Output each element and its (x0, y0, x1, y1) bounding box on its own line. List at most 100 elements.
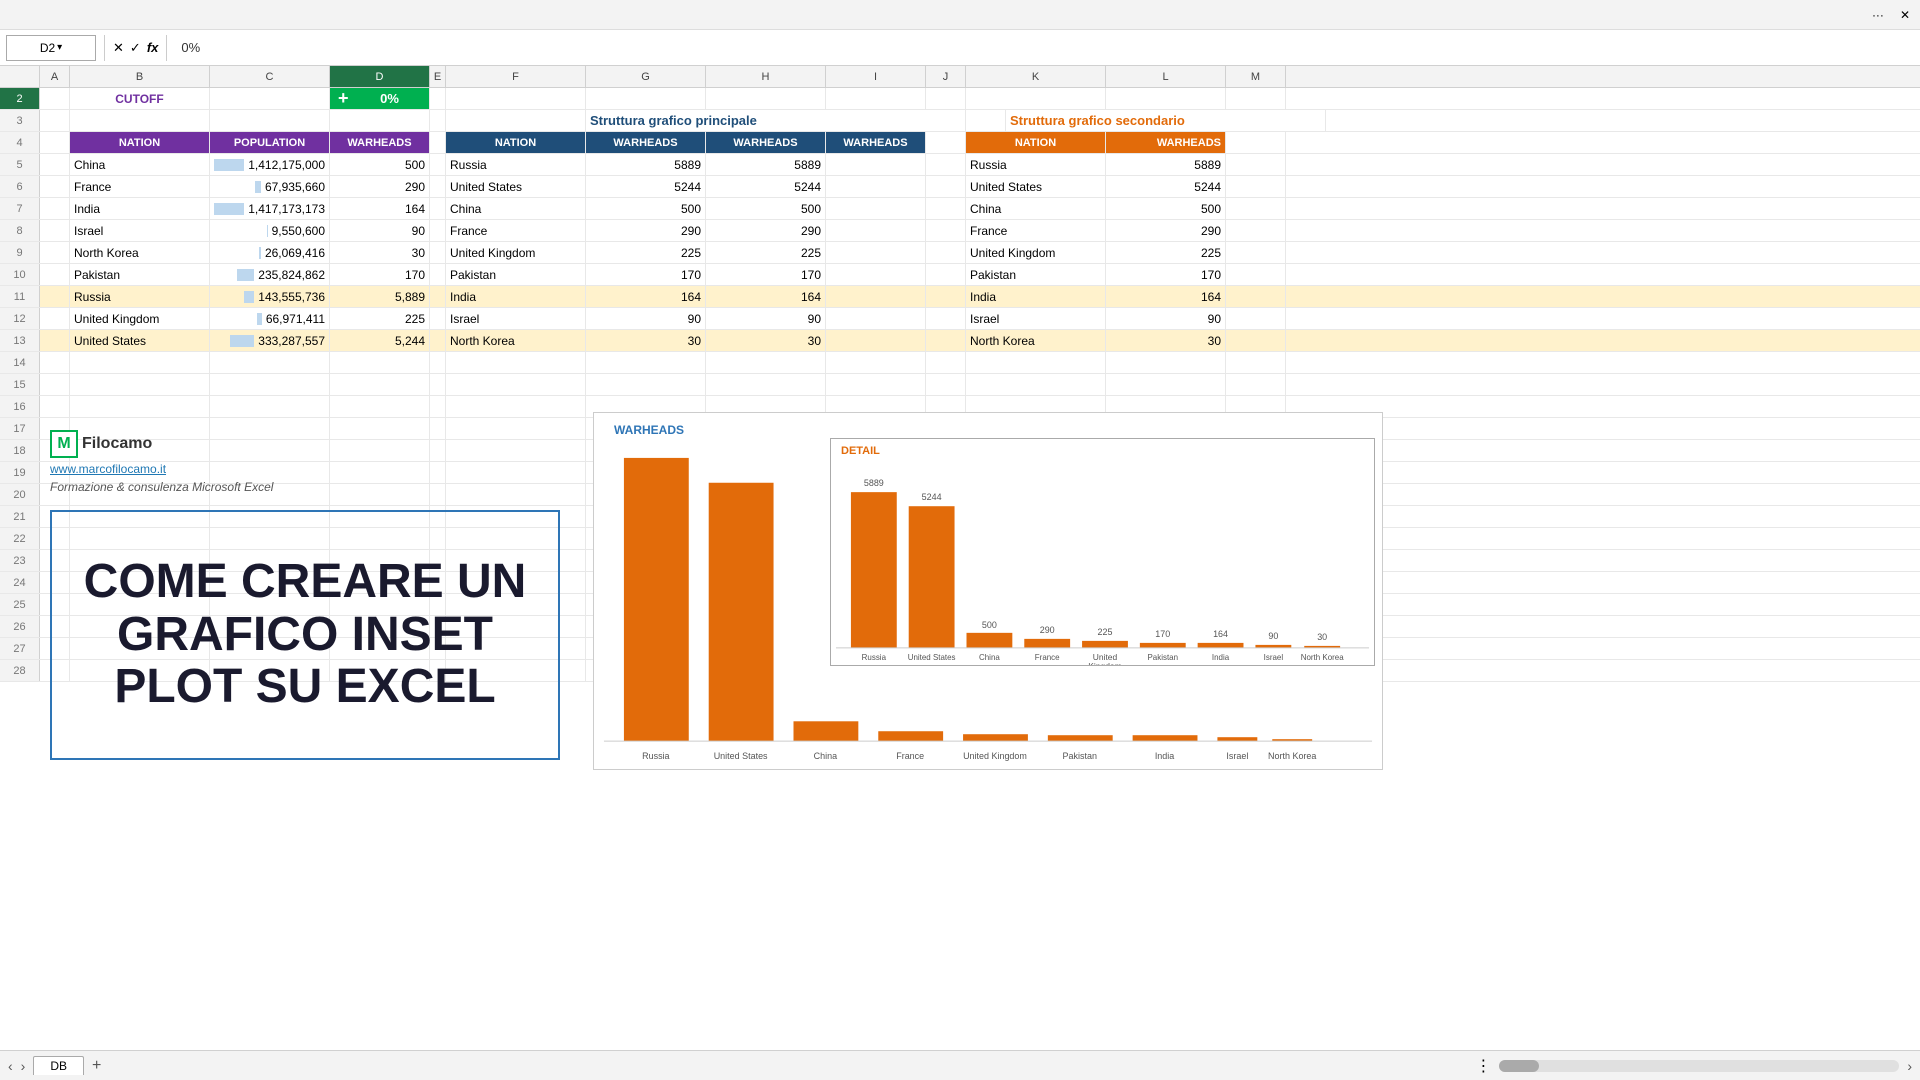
col-header-k[interactable]: K (966, 66, 1106, 87)
cell-k12[interactable]: Israel (966, 308, 1106, 329)
cell-d6[interactable]: 290 (330, 176, 430, 197)
cell-f9[interactable]: United Kingdom (446, 242, 586, 263)
cell-l7[interactable]: 500 (1106, 198, 1226, 219)
cell-l9[interactable]: 225 (1106, 242, 1226, 263)
header-nation-sec[interactable]: NATION (966, 132, 1106, 153)
cell-i2[interactable] (826, 88, 926, 109)
cell-b5[interactable]: China (70, 154, 210, 175)
cell-g13[interactable]: 30 (586, 330, 706, 351)
cancel-formula-icon[interactable]: ✕ (113, 40, 124, 56)
cell-f10[interactable]: Pakistan (446, 264, 586, 285)
cell-c6[interactable]: 67,935,660 (210, 176, 330, 197)
cell-ref-dropdown-icon[interactable]: ▾ (57, 42, 62, 53)
header-warheads-main-g[interactable]: WARHEADS (586, 132, 706, 153)
cell-b13[interactable]: United States (70, 330, 210, 351)
col-header-m[interactable]: M (1226, 66, 1286, 87)
cell-i13[interactable] (826, 330, 926, 351)
confirm-formula-icon[interactable]: ✓ (130, 40, 141, 56)
header-nation-left[interactable]: NATION (70, 132, 210, 153)
cell-h10[interactable]: 170 (706, 264, 826, 285)
cell-c12[interactable]: 66,971,411 (210, 308, 330, 329)
cell-d2[interactable]: + 0% (330, 88, 430, 109)
cell-b11[interactable]: Russia (70, 286, 210, 307)
col-header-g[interactable]: G (586, 66, 706, 87)
col-header-d[interactable]: D (330, 66, 430, 87)
col-header-a[interactable]: A (40, 66, 70, 87)
cell-f7[interactable]: China (446, 198, 586, 219)
more-icon[interactable]: ··· (1872, 8, 1884, 22)
cell-b9[interactable]: North Korea (70, 242, 210, 263)
cell-c7[interactable]: 1,417,173,173 (210, 198, 330, 219)
cell-k2[interactable] (966, 88, 1106, 109)
cell-h7[interactable]: 500 (706, 198, 826, 219)
cell-k9[interactable]: United Kingdom (966, 242, 1106, 263)
cell-k13[interactable]: North Korea (966, 330, 1106, 351)
cell-c13[interactable]: 333,287,557 (210, 330, 330, 351)
cell-b10[interactable]: Pakistan (70, 264, 210, 285)
col-header-b[interactable]: B (70, 66, 210, 87)
cell-reference-box[interactable]: D2 ▾ (6, 35, 96, 61)
col-header-f[interactable]: F (446, 66, 586, 87)
cell-i7[interactable] (826, 198, 926, 219)
cell-l12[interactable]: 90 (1106, 308, 1226, 329)
cell-k10[interactable]: Pakistan (966, 264, 1106, 285)
insert-function-icon[interactable]: fx (147, 40, 159, 55)
cell-g2[interactable] (586, 88, 706, 109)
cell-g9[interactable]: 225 (586, 242, 706, 263)
add-sheet-button[interactable]: + (92, 1057, 101, 1075)
cell-k11[interactable]: India (966, 286, 1106, 307)
cell-a2[interactable] (40, 88, 70, 109)
cell-f5[interactable]: Russia (446, 154, 586, 175)
header-warheads-left[interactable]: WARHEADS (330, 132, 430, 153)
cell-b12[interactable]: United Kingdom (70, 308, 210, 329)
cell-g7[interactable]: 500 (586, 198, 706, 219)
cell-b2[interactable]: CUTOFF (70, 88, 210, 109)
cell-e2[interactable] (430, 88, 446, 109)
cell-h8[interactable]: 290 (706, 220, 826, 241)
col-header-j[interactable]: J (926, 66, 966, 87)
cell-g10[interactable]: 170 (586, 264, 706, 285)
logo-website[interactable]: www.marcofilocamo.it (50, 462, 273, 476)
cell-c2[interactable] (210, 88, 330, 109)
cell-i10[interactable] (826, 264, 926, 285)
cell-g8[interactable]: 290 (586, 220, 706, 241)
cell-k7[interactable]: China (966, 198, 1106, 219)
cell-c9[interactable]: 26,069,416 (210, 242, 330, 263)
cell-d12[interactable]: 225 (330, 308, 430, 329)
header-population[interactable]: POPULATION (210, 132, 330, 153)
cell-g6[interactable]: 5244 (586, 176, 706, 197)
scroll-thumb[interactable] (1499, 1060, 1539, 1072)
cell-i6[interactable] (826, 176, 926, 197)
cell-i8[interactable] (826, 220, 926, 241)
cell-i12[interactable] (826, 308, 926, 329)
cell-f11[interactable]: India (446, 286, 586, 307)
cell-h9[interactable]: 225 (706, 242, 826, 263)
cell-d7[interactable]: 164 (330, 198, 430, 219)
cell-l11[interactable]: 164 (1106, 286, 1226, 307)
cell-k6[interactable]: United States (966, 176, 1106, 197)
cell-h12[interactable]: 90 (706, 308, 826, 329)
cell-c5[interactable]: 1,412,175,000 (210, 154, 330, 175)
cell-h13[interactable]: 30 (706, 330, 826, 351)
horizontal-scrollbar[interactable] (1499, 1060, 1899, 1072)
cell-l2[interactable] (1106, 88, 1226, 109)
cell-g11[interactable]: 164 (586, 286, 706, 307)
cell-h5[interactable]: 5889 (706, 154, 826, 175)
cell-d10[interactable]: 170 (330, 264, 430, 285)
cell-d13[interactable]: 5,244 (330, 330, 430, 351)
cell-f8[interactable]: France (446, 220, 586, 241)
cell-l5[interactable]: 5889 (1106, 154, 1226, 175)
cell-f2[interactable] (446, 88, 586, 109)
cell-d11[interactable]: 5,889 (330, 286, 430, 307)
close-button[interactable]: ✕ (1900, 8, 1910, 22)
col-header-l[interactable]: L (1106, 66, 1226, 87)
col-header-i[interactable]: I (826, 66, 926, 87)
cell-c8[interactable]: 9,550,600 (210, 220, 330, 241)
nav-left-icon[interactable]: ‹ (8, 1058, 13, 1074)
cell-j2[interactable] (926, 88, 966, 109)
cell-h2[interactable] (706, 88, 826, 109)
cell-f13[interactable]: North Korea (446, 330, 586, 351)
cell-b6[interactable]: France (70, 176, 210, 197)
cell-i5[interactable] (826, 154, 926, 175)
header-warheads-main-h[interactable]: WARHEADS (706, 132, 826, 153)
